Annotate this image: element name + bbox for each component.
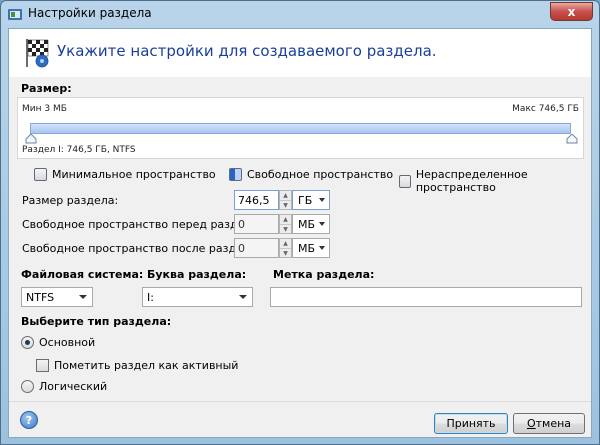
chevron-down-icon [319,222,325,226]
space-after-spinner[interactable]: ▲ ▼ [279,238,292,258]
filesystem-value: NTFS [26,290,55,304]
legend-minimal: Минимальное пространство [34,168,216,181]
primary-radio-label: Основной [39,336,96,349]
spin-down-icon[interactable]: ▼ [280,249,291,258]
filesystem-label: Файловая система: [21,268,144,281]
spin-down-icon[interactable]: ▼ [280,225,291,234]
size-section-label: Размер: [21,82,72,95]
radio-checked-icon[interactable] [21,336,34,349]
left-slider-handle[interactable] [25,134,37,144]
chevron-down-icon [319,246,325,250]
volume-label-input[interactable] [270,287,582,307]
mark-active-checkbox[interactable]: Пометить раздел как активный [36,359,238,372]
partition-size-label: Размер раздела: [22,194,119,207]
partition-size-unit: ГБ [298,193,313,207]
space-before-unit-select[interactable]: МБ [292,214,330,234]
primary-radio[interactable]: Основной [21,336,95,349]
mark-active-label: Пометить раздел как активный [54,359,239,372]
logical-radio-label: Логический [39,380,108,393]
space-after-unit: МБ [298,241,316,255]
help-icon[interactable]: ? [20,411,38,429]
checkered-flag-icon [26,39,49,68]
right-slider-handle[interactable] [566,134,578,144]
title-bar[interactable]: Настройки раздела x [1,1,599,27]
checkbox-unchecked-icon[interactable] [36,359,49,372]
radio-unchecked-icon[interactable] [21,380,34,393]
min-size-label: Мин 3 МБ [22,104,67,114]
drive-letter-value: I: [147,290,154,304]
filesystem-select[interactable]: NTFS [21,287,93,307]
drive-letter-select[interactable]: I: [142,287,253,307]
page-heading: Укажите настройки для создаваемого разде… [57,42,437,60]
volume-label-label: Метка раздела: [273,268,375,281]
legend-free-label: Свободное пространство [247,168,394,181]
drive-letter-label: Буква раздела: [147,268,247,281]
free-space-swatch [229,168,242,181]
partition-size-spinner[interactable]: ▲ ▼ [279,190,292,210]
spin-up-icon[interactable]: ▲ [280,191,291,201]
space-before-unit: МБ [298,217,316,231]
legend-unallocated: Нераспределенное пространство [399,168,591,194]
legend-minimal-label: Минимальное пространство [52,168,216,181]
partition-size-value: 746,5 [238,193,270,207]
partition-size-input[interactable]: 746,5 [234,190,279,210]
close-icon: x [567,4,576,19]
chevron-down-icon [79,295,87,299]
legend-unallocated-label: Нераспределенное пространство [415,168,528,194]
header-area: Укажите настройки для создаваемого разде… [9,29,591,77]
space-before-value: 0 [238,217,245,231]
dialog-footer: ? Принять Отмена [9,401,591,437]
app-icon [8,9,22,20]
max-size-label: Макс 746,5 ГБ [512,104,579,114]
window-title: Настройки раздела [28,6,152,20]
space-after-label: Свободное пространство после раздела: [22,242,261,255]
minimal-space-swatch [34,168,47,181]
logical-radio[interactable]: Логический [21,380,107,393]
size-panel: Мин 3 МБ Макс 746,5 ГБ Раздел I: 746,5 Г… [17,97,584,159]
partition-type-label: Выберите тип раздела: [21,315,172,328]
legend-free: Свободное пространство [229,168,393,181]
space-after-unit-select[interactable]: МБ [292,238,330,258]
cancel-button-accesskey: О [526,417,536,430]
cancel-button[interactable]: Отмена [513,413,585,434]
dialog-window: Настройки раздела x Укажите настройки дл… [0,0,600,445]
space-before-input[interactable]: 0 [234,214,279,234]
spin-up-icon[interactable]: ▲ [280,239,291,249]
space-after-input[interactable]: 0 [234,238,279,258]
unallocated-space-swatch [399,174,411,188]
chevron-down-icon [319,198,325,202]
accept-button[interactable]: Принять [434,413,508,434]
partition-size-slider[interactable] [30,123,571,134]
space-before-label: Свободное пространство перед разделом: [22,218,271,231]
chevron-down-icon [239,295,247,299]
spin-up-icon[interactable]: ▲ [280,215,291,225]
slider-fill [31,124,570,133]
partition-info-label: Раздел I: 746,5 ГБ, NTFS [22,145,136,155]
spin-down-icon[interactable]: ▼ [280,201,291,210]
partition-size-unit-select[interactable]: ГБ [292,190,330,210]
cancel-button-label: тмена [535,417,572,430]
space-before-spinner[interactable]: ▲ ▼ [279,214,292,234]
space-after-value: 0 [238,241,245,255]
accept-button-label: Принять [446,417,496,430]
help-glyph: ? [25,413,33,427]
dialog-client: Укажите настройки для создаваемого разде… [8,28,592,438]
close-button[interactable]: x [550,2,593,21]
